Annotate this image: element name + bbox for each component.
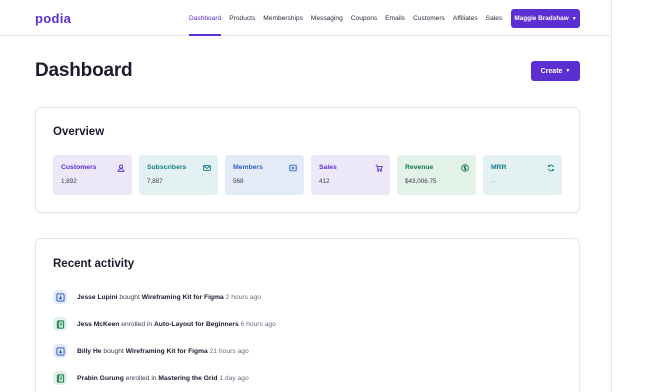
stat-value: 1,892 (61, 178, 77, 185)
nav-coupons[interactable]: Coupons (351, 0, 377, 36)
activity-time: 2 hours ago (225, 293, 261, 301)
stat-value: -- (491, 178, 496, 185)
stat-label: Sales (319, 164, 337, 171)
activity-name[interactable]: Prabin Gurung (77, 375, 124, 382)
nav-affiliates[interactable]: Affiliates (453, 0, 478, 36)
activity-item-title[interactable]: Auto-Layout for Beginners (154, 321, 239, 328)
mail-icon (203, 165, 211, 171)
cart-icon (375, 164, 383, 172)
stat-label: MRR (491, 164, 507, 171)
download-icon (53, 344, 67, 358)
user-name: Maggie Bradshaw (514, 15, 569, 22)
top-navigation: podia Dashboard Products Memberships Mes… (0, 0, 612, 36)
activity-verb: bought (103, 347, 124, 355)
activity-name[interactable]: Jesse Lupini (77, 294, 118, 301)
activity-time: 1 day ago (219, 374, 249, 382)
stat-label: Customers (61, 164, 97, 171)
stat-value: 7,887 (147, 178, 163, 185)
activity-item: Jesse Lupini bought Wireframing Kit for … (53, 289, 261, 305)
podia-logo[interactable]: podia (35, 11, 71, 26)
recent-activity-title: Recent activity (53, 258, 135, 270)
refresh-icon (547, 164, 555, 172)
nav-memberships[interactable]: Memberships (263, 0, 303, 36)
activity-verb: bought (119, 293, 140, 301)
stat-revenue[interactable]: Revenue $43,006.75 (397, 155, 476, 195)
stats-row: Customers 1,892 Subscribers 7,887 Member… (53, 155, 569, 195)
user-menu-button[interactable]: Maggie Bradshaw ▼ (511, 9, 580, 28)
activity-item: Jess McKeen enrolled in Auto-Layout for … (53, 316, 276, 332)
nav-customers[interactable]: Customers (413, 0, 445, 36)
stat-subscribers[interactable]: Subscribers 7,887 (139, 155, 218, 195)
caret-down-icon: ▼ (565, 68, 571, 74)
nav-products[interactable]: Products (229, 0, 255, 36)
stat-customers[interactable]: Customers 1,892 (53, 155, 132, 195)
stat-value: 412 (319, 178, 330, 185)
stat-label: Subscribers (147, 164, 187, 171)
course-icon (53, 317, 67, 331)
user-icon (117, 164, 125, 172)
activity-item-title[interactable]: Wireframing Kit for Figma (142, 294, 224, 301)
create-button[interactable]: Create ▼ (531, 61, 580, 81)
caret-down-icon: ▼ (571, 15, 577, 22)
nav-emails[interactable]: Emails (385, 0, 405, 36)
activity-item: Prabin Gurung enrolled in Mastering the … (53, 370, 249, 386)
dollar-icon (461, 164, 469, 172)
page-title: Dashboard (35, 60, 133, 81)
stat-value: $43,006.75 (405, 178, 437, 185)
recent-activity-card: Recent activity Jesse Lupini bought Wire… (35, 238, 580, 392)
activity-text: Jesse Lupini bought Wireframing Kit for … (77, 294, 261, 301)
nav-links: Dashboard Products Memberships Messaging… (189, 0, 510, 36)
activity-time: 21 hours ago (209, 347, 249, 355)
activity-name[interactable]: Billy He (77, 348, 102, 355)
overview-title: Overview (53, 126, 105, 138)
download-icon (53, 290, 67, 304)
create-button-label: Create (540, 67, 563, 75)
stat-value: 568 (233, 178, 244, 185)
stat-mrr[interactable]: MRR -- (483, 155, 562, 195)
nav-dashboard[interactable]: Dashboard (189, 0, 222, 36)
stat-label: Revenue (405, 164, 434, 171)
stat-label: Members (233, 164, 263, 171)
activity-text: Jess McKeen enrolled in Auto-Layout for … (77, 321, 276, 328)
nav-sales[interactable]: Sales (486, 0, 503, 36)
activity-text: Prabin Gurung enrolled in Mastering the … (77, 375, 249, 382)
nav-messaging[interactable]: Messaging (311, 0, 343, 36)
activity-verb: enrolled in (121, 320, 153, 328)
stat-sales[interactable]: Sales 412 (311, 155, 390, 195)
app-window: podia Dashboard Products Memberships Mes… (0, 0, 612, 392)
stat-members[interactable]: Members 568 (225, 155, 304, 195)
overview-card: Overview Customers 1,892 Subscribers 7,8… (35, 107, 580, 213)
activity-item: Billy He bought Wireframing Kit for Figm… (53, 343, 249, 359)
activity-item-title[interactable]: Wireframing Kit for Figma (126, 348, 208, 355)
activity-time: 6 hours ago (240, 320, 276, 328)
plus-box-icon (289, 164, 297, 172)
course-icon (53, 371, 67, 385)
activity-verb: enrolled in (125, 374, 157, 382)
activity-name[interactable]: Jess McKeen (77, 321, 119, 328)
activity-text: Billy He bought Wireframing Kit for Figm… (77, 348, 249, 355)
activity-item-title[interactable]: Mastering the Grid (158, 375, 217, 382)
